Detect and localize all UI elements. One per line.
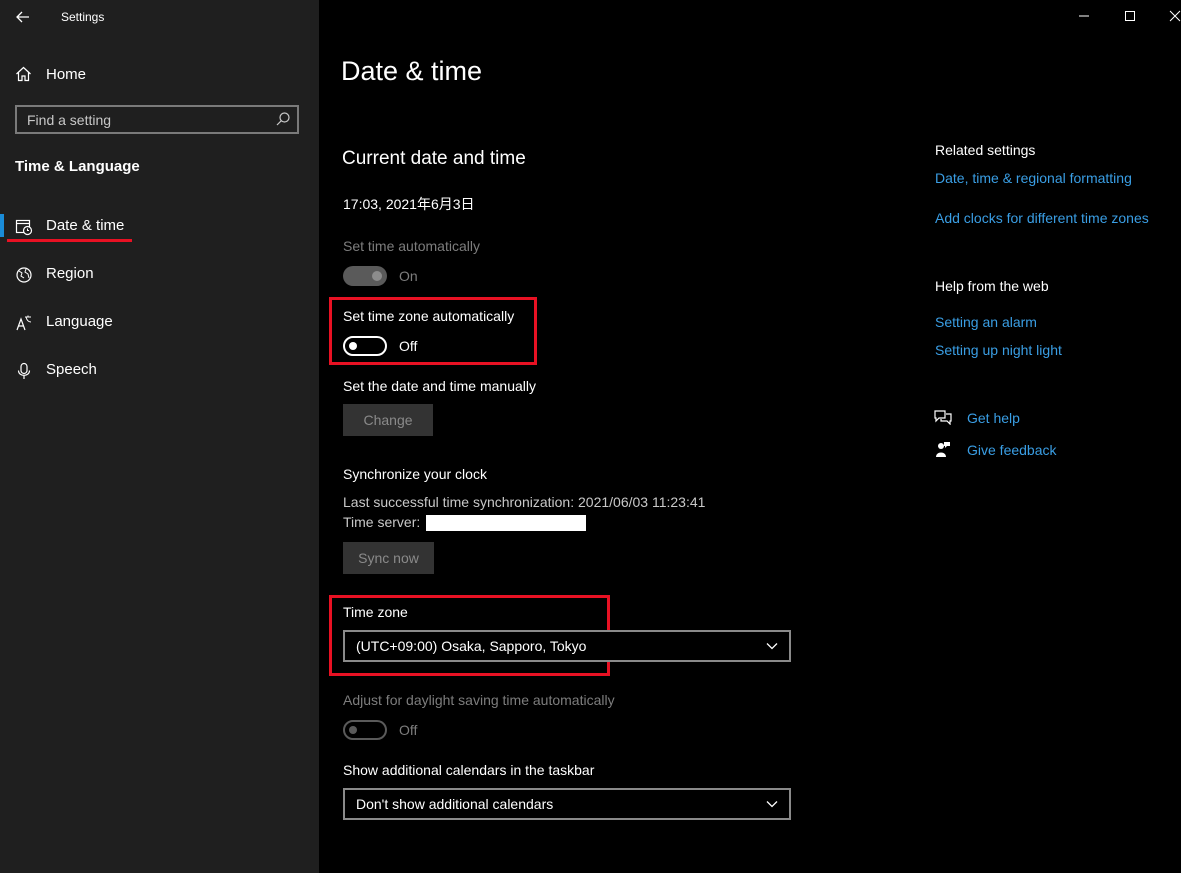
dst-label: Adjust for daylight saving time automati… [343,692,615,708]
minimize-icon [1079,15,1089,17]
get-help-link[interactable]: Get help [967,410,1020,426]
close-button[interactable] [1160,6,1181,28]
globe-icon [16,267,32,283]
calendars-dropdown[interactable]: Don't show additional calendars [343,788,791,820]
link-add-clocks[interactable]: Add clocks for different time zones [935,210,1149,226]
sidebar-item-label: Date & time [46,217,125,234]
sidebar-item-label: Language [46,313,113,330]
maximize-button[interactable] [1115,6,1145,28]
timezone-label: Time zone [343,604,408,620]
link-setting-alarm[interactable]: Setting an alarm [935,314,1037,330]
clock-calendar-icon [15,219,33,236]
set-timezone-auto-state: Off [399,338,418,354]
timezone-value: (UTC+09:00) Osaka, Sapporo, Tokyo [356,638,587,654]
home-icon [16,66,31,82]
sidebar-item-language[interactable]: Language [0,302,319,342]
set-time-auto-toggle [343,266,387,286]
dst-toggle [343,720,387,740]
page-title: Date & time [341,56,483,86]
link-regional-formatting[interactable]: Date, time & regional formatting [935,170,1132,186]
help-title: Help from the web [935,278,1049,294]
back-button[interactable] [8,4,38,30]
sidebar-item-label: Region [46,265,94,282]
search-placeholder: Find a setting [27,112,112,128]
minimize-button[interactable] [1069,6,1099,28]
home-label: Home [46,65,87,83]
app-title: Settings [61,10,105,24]
language-icon [16,315,32,331]
back-arrow-icon [16,11,29,23]
microphone-icon [17,362,31,379]
link-night-light[interactable]: Setting up night light [935,342,1062,358]
sidebar-item-region[interactable]: Region [0,254,319,294]
section-title-current: Current date and time [342,148,526,169]
get-help-icon [934,410,952,425]
section-title: Time & Language [15,158,140,175]
close-icon [1169,10,1181,22]
dst-state: Off [399,722,418,738]
chevron-down-icon [766,643,778,650]
toggle-knob [349,726,357,734]
time-server-label: Time server: [343,514,421,530]
timezone-dropdown[interactable]: (UTC+09:00) Osaka, Sapporo, Tokyo [343,630,791,662]
sidebar-item-speech[interactable]: Speech [0,350,319,390]
change-button[interactable]: Change [343,404,433,436]
set-time-auto-label: Set time automatically [343,238,480,254]
sync-now-button[interactable]: Sync now [343,542,434,574]
highlight-underline [7,239,132,242]
chevron-down-icon [766,801,778,808]
related-settings-title: Related settings [935,142,1036,158]
toggle-knob [349,342,357,350]
toggle-knob [372,271,382,281]
set-timezone-auto-label: Set time zone automatically [343,308,515,324]
current-datetime: 17:03, 2021年6月3日 [343,196,475,212]
calendars-label: Show additional calendars in the taskbar [343,762,595,778]
calendars-value: Don't show additional calendars [356,796,554,812]
redacted-server-value [426,515,586,531]
sidebar-home[interactable]: Home [15,63,86,85]
maximize-icon [1125,11,1135,21]
set-timezone-auto-toggle[interactable] [343,336,387,356]
manual-label: Set the date and time manually [343,378,537,394]
sidebar: Settings Home Find a setting Time & Lang… [0,0,319,873]
sidebar-item-label: Speech [46,361,97,378]
search-input[interactable]: Find a setting [15,105,299,134]
feedback-icon [936,442,950,457]
give-feedback-link[interactable]: Give feedback [967,442,1057,458]
search-icon[interactable] [275,111,291,127]
last-sync-text: Last successful time synchronization: 20… [343,494,706,510]
sync-title: Synchronize your clock [343,466,487,482]
set-time-auto-state: On [399,268,418,284]
